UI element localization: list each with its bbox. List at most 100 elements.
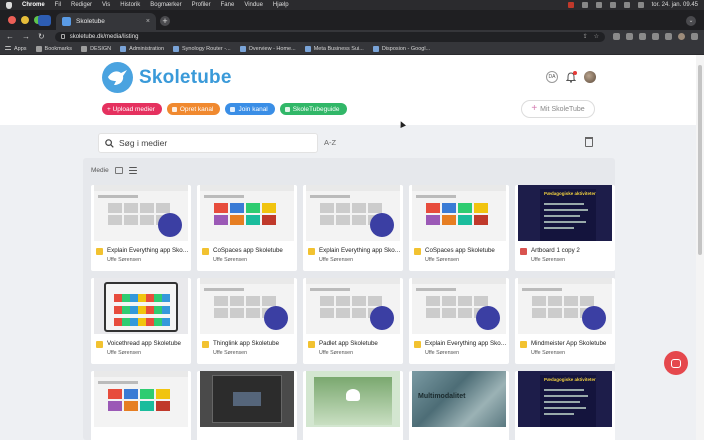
extension-icon[interactable] bbox=[626, 33, 633, 40]
media-card[interactable]: Pædagogiske aktiviteter Artboard 1 copy 2… bbox=[515, 185, 615, 271]
media-card[interactable]: Voicethread app Skoletube Uffe Sørensen bbox=[91, 278, 191, 364]
media-author[interactable]: Uffe Sørensen bbox=[531, 350, 565, 356]
extensions-puzzle-icon[interactable] bbox=[652, 33, 659, 40]
bookmark-folder[interactable]: DESIGN bbox=[81, 45, 111, 52]
lock-icon[interactable] bbox=[60, 34, 65, 39]
scrollbar-thumb[interactable] bbox=[698, 65, 702, 255]
status-icon[interactable] bbox=[595, 2, 602, 8]
new-tab-button[interactable]: + bbox=[160, 16, 170, 26]
media-thumbnail[interactable] bbox=[94, 185, 188, 241]
menubar-item-rediger[interactable]: Rediger bbox=[71, 2, 92, 8]
forward-arrow-icon[interactable]: → bbox=[22, 32, 30, 41]
media-author[interactable]: Uffe Sørensen bbox=[107, 350, 141, 356]
media-author[interactable]: Uffe Sørensen bbox=[425, 257, 459, 263]
media-card[interactable]: Padlet app Skoletube Uffe Sørensen bbox=[303, 278, 403, 364]
media-title[interactable]: Thinglink app Skoletube bbox=[213, 340, 295, 347]
media-thumbnail[interactable] bbox=[518, 278, 612, 334]
media-thumbnail[interactable] bbox=[412, 185, 506, 241]
address-url[interactable]: skoletube.dk/media/listing bbox=[70, 34, 139, 40]
extension-icon[interactable] bbox=[639, 33, 646, 40]
close-window-icon[interactable] bbox=[8, 16, 16, 24]
media-card[interactable]: Explain Everything app Skoletube Uffe Sør… bbox=[303, 185, 403, 271]
tab-skoletube[interactable]: Skoletube × bbox=[56, 13, 156, 30]
mit-skoletube-button[interactable]: + Mit SkoleTube bbox=[521, 100, 595, 118]
media-thumbnail[interactable] bbox=[200, 278, 294, 334]
chrome-menu-icon[interactable] bbox=[691, 33, 698, 40]
bookmark-link[interactable]: Administration bbox=[120, 45, 164, 52]
media-author[interactable]: Uffe Sørensen bbox=[213, 257, 247, 263]
media-author[interactable]: Uffe Sørensen bbox=[531, 257, 565, 263]
create-channel-button[interactable]: Opret kanal bbox=[166, 103, 221, 115]
menubar-item-fane[interactable]: Fane bbox=[221, 2, 235, 8]
media-title[interactable]: CoSpaces app Skoletube bbox=[425, 247, 507, 254]
menubar-item-historik[interactable]: Historik bbox=[120, 2, 140, 8]
media-thumbnail[interactable] bbox=[200, 371, 294, 427]
media-card[interactable] bbox=[303, 371, 403, 440]
media-author[interactable]: Uffe Sørensen bbox=[319, 350, 353, 356]
media-card[interactable] bbox=[197, 371, 297, 440]
battery-icon[interactable] bbox=[609, 2, 616, 8]
menubar-item-vindue[interactable]: Vindue bbox=[244, 2, 263, 8]
media-card[interactable]: Explain Everything app Skoletube Uffe Sør… bbox=[91, 185, 191, 271]
minimize-window-icon[interactable] bbox=[21, 16, 29, 24]
site-logo[interactable]: Skoletube bbox=[102, 62, 232, 93]
close-tab-icon[interactable]: × bbox=[146, 18, 150, 25]
media-thumbnail[interactable] bbox=[306, 278, 400, 334]
media-title[interactable]: Explain Everything app Skoletube bbox=[107, 247, 189, 254]
media-card[interactable]: CoSpaces app Skoletube Uffe Sørensen bbox=[197, 185, 297, 271]
menubar-app-name[interactable]: Chrome bbox=[22, 2, 45, 8]
media-author[interactable]: Uffe Sørensen bbox=[213, 350, 247, 356]
wifi-icon[interactable] bbox=[623, 2, 630, 8]
bookmark-link[interactable]: Overview - Home... bbox=[239, 45, 296, 52]
sort-az-button[interactable]: A-Z bbox=[324, 138, 336, 147]
share-icon[interactable]: ⇪ bbox=[583, 33, 588, 40]
back-arrow-icon[interactable]: ← bbox=[6, 32, 14, 41]
media-thumbnail[interactable] bbox=[306, 371, 400, 427]
media-card[interactable]: Multimodalitet bbox=[409, 371, 509, 440]
media-title[interactable]: Explain Everything app Skoletube bbox=[425, 340, 507, 347]
chat-button[interactable] bbox=[664, 351, 688, 375]
menubar-item-vis[interactable]: Vis bbox=[102, 2, 110, 8]
skoletube-guide-button[interactable]: SkoleTubeguide bbox=[279, 103, 347, 115]
media-thumbnail[interactable]: Pædagogiske aktiviteter bbox=[518, 185, 612, 241]
menubar-item-profiler[interactable]: Profiler bbox=[192, 2, 211, 8]
menubar-item-hjaelp[interactable]: Hjælp bbox=[273, 2, 289, 8]
language-selector[interactable]: DA bbox=[546, 71, 558, 83]
media-card[interactable]: Thinglink app Skoletube Uffe Sørensen bbox=[197, 278, 297, 364]
notifications-bell-icon[interactable] bbox=[566, 70, 577, 83]
media-title[interactable]: Voicethread app Skoletube bbox=[107, 340, 189, 347]
bookmark-star-icon[interactable]: ☆ bbox=[594, 33, 599, 40]
search-icon[interactable] bbox=[637, 2, 644, 8]
media-thumbnail[interactable] bbox=[306, 185, 400, 241]
page-scrollbar[interactable] bbox=[696, 55, 704, 440]
user-avatar[interactable] bbox=[584, 71, 596, 83]
media-card[interactable]: Mindmeister App Skoletube Uffe Sørensen bbox=[515, 278, 615, 364]
media-author[interactable]: Uffe Sørensen bbox=[107, 257, 141, 263]
media-thumbnail[interactable] bbox=[94, 278, 188, 334]
media-thumbnail[interactable] bbox=[200, 185, 294, 241]
menubar-item-fil[interactable]: Fil bbox=[55, 2, 61, 8]
bookmark-apps[interactable]: Apps bbox=[5, 45, 27, 52]
extension-icon[interactable] bbox=[613, 33, 620, 40]
tab-search-icon[interactable] bbox=[38, 15, 51, 26]
tab-list-chevron-icon[interactable]: ⌄ bbox=[686, 16, 696, 26]
media-card[interactable] bbox=[91, 371, 191, 440]
address-bar[interactable]: skoletube.dk/media/listing ⇪ ☆ bbox=[54, 31, 605, 42]
menubar-item-bogmaerker[interactable]: Bogmærker bbox=[150, 2, 181, 8]
media-title[interactable]: Artboard 1 copy 2 bbox=[531, 247, 613, 254]
media-card[interactable]: Pædagogiske aktiviteter bbox=[515, 371, 615, 440]
media-title[interactable]: CoSpaces app Skoletube bbox=[213, 247, 295, 254]
media-thumbnail[interactable] bbox=[412, 278, 506, 334]
record-icon[interactable] bbox=[567, 2, 574, 8]
media-thumbnail[interactable]: Multimodalitet bbox=[412, 371, 506, 427]
bookmark-folder[interactable]: Bookmarks bbox=[35, 45, 72, 52]
media-author[interactable]: Uffe Sørensen bbox=[425, 350, 459, 356]
apple-icon[interactable] bbox=[6, 1, 12, 9]
profile-avatar[interactable] bbox=[678, 33, 685, 40]
bookmark-link[interactable]: Synology Router -... bbox=[173, 45, 231, 52]
status-icon[interactable] bbox=[581, 2, 588, 8]
upload-media-button[interactable]: + Upload medier bbox=[102, 103, 162, 115]
bookmark-link[interactable]: Meta Business Sui... bbox=[304, 45, 364, 52]
bookmark-link[interactable]: Disposion - Googl... bbox=[372, 45, 430, 52]
media-thumbnail[interactable] bbox=[94, 371, 188, 427]
